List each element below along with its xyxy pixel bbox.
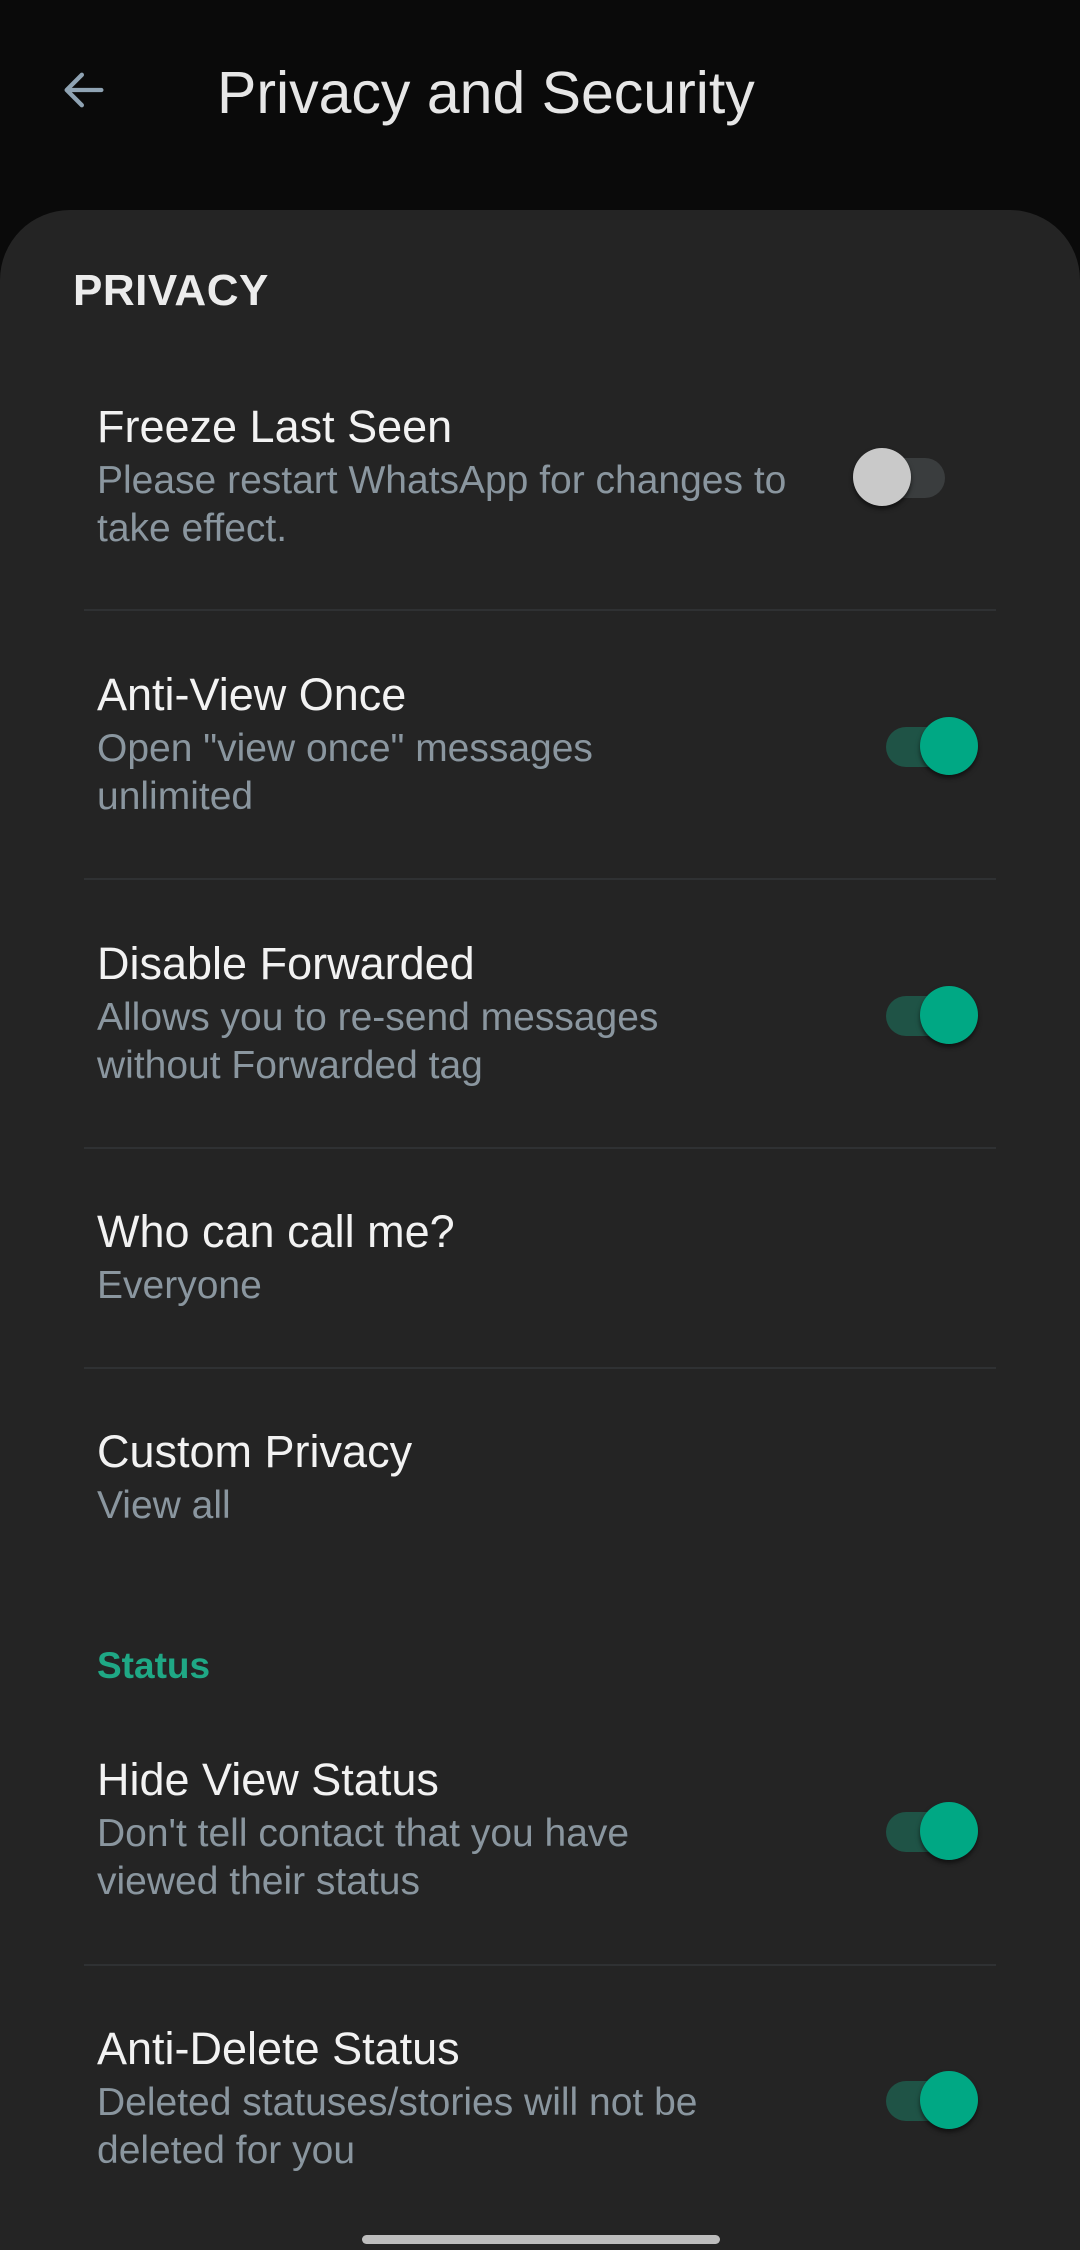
anti-delete-status-toggle[interactable] [878,2069,978,2129]
page-title: Privacy and Security [217,60,755,126]
setting-subtitle: Deleted statuses/stories will not be del… [97,2081,698,2172]
setting-who-can-call-me[interactable]: Who can call me? Everyone [0,1200,1080,1368]
setting-title: Hide View Status [97,1754,439,1805]
toggle-thumb [853,448,911,506]
setting-disable-forwarded[interactable]: Disable Forwarded Allows you to re-send … [0,932,1080,1147]
setting-subtitle: Please restart WhatsApp for changes to t… [97,459,787,550]
setting-title: Freeze Last Seen [97,401,453,452]
setting-title: Who can call me? [97,1206,455,1257]
toggle-thumb [920,2071,978,2129]
setting-title: Anti-Delete Status [97,2023,460,2074]
freeze-last-seen-toggle[interactable] [853,446,953,506]
section-header-status: Status [97,1645,211,1686]
setting-value: Everyone [97,1264,262,1307]
toggle-thumb [920,1802,978,1860]
setting-custom-privacy[interactable]: Custom Privacy View all [0,1420,1080,1560]
gesture-home-indicator[interactable] [362,2235,720,2244]
divider [84,878,996,880]
section-header-privacy: PRIVACY [73,266,269,315]
divider [84,1367,996,1369]
setting-subtitle: Don't tell contact that you have viewed … [97,1812,630,1903]
setting-subtitle: Open "view once" messages unlimited [97,727,593,818]
app-bar: Privacy and Security [0,0,1080,210]
setting-title: Anti-View Once [97,669,407,720]
setting-anti-view-once[interactable]: Anti-View Once Open "view once" messages… [0,663,1080,878]
hide-view-status-toggle[interactable] [878,1800,978,1860]
toggle-thumb [920,986,978,1044]
anti-view-once-toggle[interactable] [878,715,978,775]
back-button[interactable] [52,58,116,122]
setting-freeze-last-seen[interactable]: Freeze Last Seen Please restart WhatsApp… [0,395,1080,610]
setting-hide-view-status[interactable]: Hide View Status Don't tell contact that… [0,1748,1080,1963]
divider [84,1147,996,1149]
divider [84,609,996,611]
setting-value: View all [97,1484,231,1527]
setting-title: Custom Privacy [97,1426,413,1477]
setting-subtitle: Allows you to re-send messages without F… [97,996,659,1087]
toggle-thumb [920,717,978,775]
setting-anti-delete-status[interactable]: Anti-Delete Status Deleted statuses/stor… [0,2017,1080,2232]
arrow-left-icon [64,72,104,108]
divider [84,1964,996,1966]
setting-title: Disable Forwarded [97,938,475,989]
disable-forwarded-toggle[interactable] [878,984,978,1044]
